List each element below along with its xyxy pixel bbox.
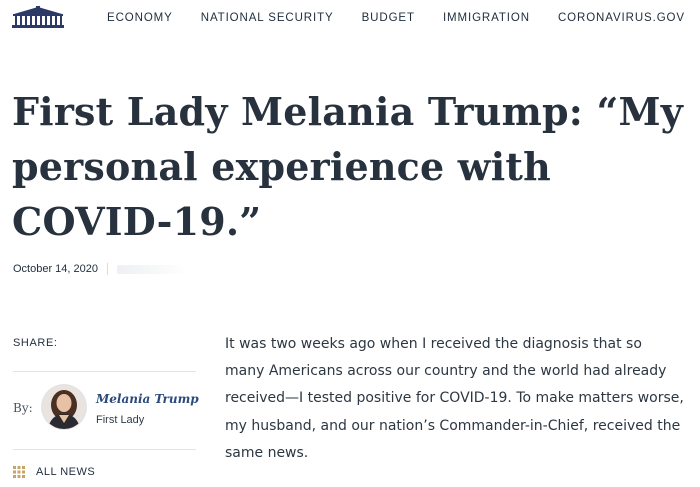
grid-icon [13, 466, 25, 478]
share-label: SHARE: [13, 337, 58, 349]
all-news-link[interactable]: ALL NEWS [13, 466, 95, 478]
site-header: ECONOMY NATIONAL SECURITY BUDGET IMMIGRA… [0, 0, 700, 38]
author-avatar [42, 385, 86, 429]
nav-item-coronavirus-gov[interactable]: CORONAVIRUS.GOV [558, 12, 685, 24]
all-news-label: ALL NEWS [36, 466, 96, 478]
article-category-faded [117, 264, 188, 274]
author-title: First Lady [96, 414, 145, 426]
nav-item-economy[interactable]: ECONOMY [107, 12, 173, 24]
divider [13, 371, 196, 372]
nav-item-budget[interactable]: BUDGET [362, 12, 415, 24]
byline-label: By: [13, 401, 33, 415]
main-nav: ECONOMY NATIONAL SECURITY BUDGET IMMIGRA… [107, 12, 700, 24]
page-title: First Lady Melania Trump: “My personal e… [12, 89, 684, 244]
nav-item-national-security[interactable]: NATIONAL SECURITY [201, 12, 334, 24]
author-name-link[interactable]: Melania Trump [96, 392, 199, 406]
divider [13, 449, 196, 450]
date-separator [107, 263, 109, 275]
white-house-logo-icon[interactable] [12, 6, 64, 28]
article-dateline: October 14, 2020 [13, 263, 188, 275]
nav-item-immigration[interactable]: IMMIGRATION [443, 12, 530, 24]
article-date: October 14, 2020 [13, 263, 99, 275]
article-body-paragraph: It was two weeks ago when I received the… [225, 336, 684, 461]
